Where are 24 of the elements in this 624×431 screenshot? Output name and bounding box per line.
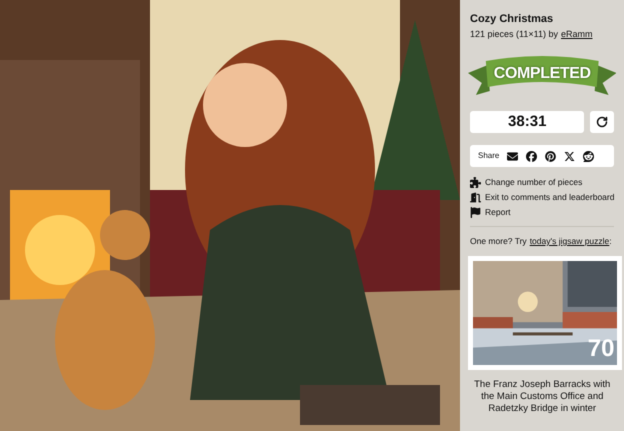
next-puzzle-caption: The Franz Joseph Barracks with the Main Customs Office and Radetzky Bridge in winter	[473, 378, 612, 415]
piece-count: 70	[588, 336, 614, 362]
pinterest-icon[interactable]	[545, 150, 556, 162]
completed-banner: COMPLETED	[468, 51, 616, 101]
daily-puzzle-link[interactable]: today's jigsaw puzzle	[530, 235, 610, 248]
restart-button[interactable]	[590, 111, 614, 133]
action-link[interactable]: Report	[470, 206, 614, 218]
door-icon	[470, 192, 481, 202]
facebook-icon[interactable]	[526, 150, 538, 162]
x-icon[interactable]	[564, 150, 576, 162]
author-link[interactable]: eRamm	[560, 28, 592, 41]
action-link[interactable]: Exit to comments and leaderboard	[470, 191, 614, 203]
email-icon[interactable]	[507, 150, 518, 162]
reddit-icon[interactable]	[583, 150, 594, 162]
puzzle-title: Cozy Christmas	[470, 12, 554, 26]
more-text: One more? Try	[470, 235, 527, 248]
colon-text: :	[609, 235, 612, 248]
action-link[interactable]: Change number of pieces	[470, 176, 614, 188]
flag-icon	[470, 206, 481, 218]
timer-display: 38:31	[470, 111, 584, 133]
restart-icon	[596, 116, 608, 128]
puzzle-details: 121 pieces (11×11) by	[470, 28, 558, 41]
share-label: Share	[478, 150, 500, 162]
puzzle-piece-icon	[470, 176, 481, 188]
